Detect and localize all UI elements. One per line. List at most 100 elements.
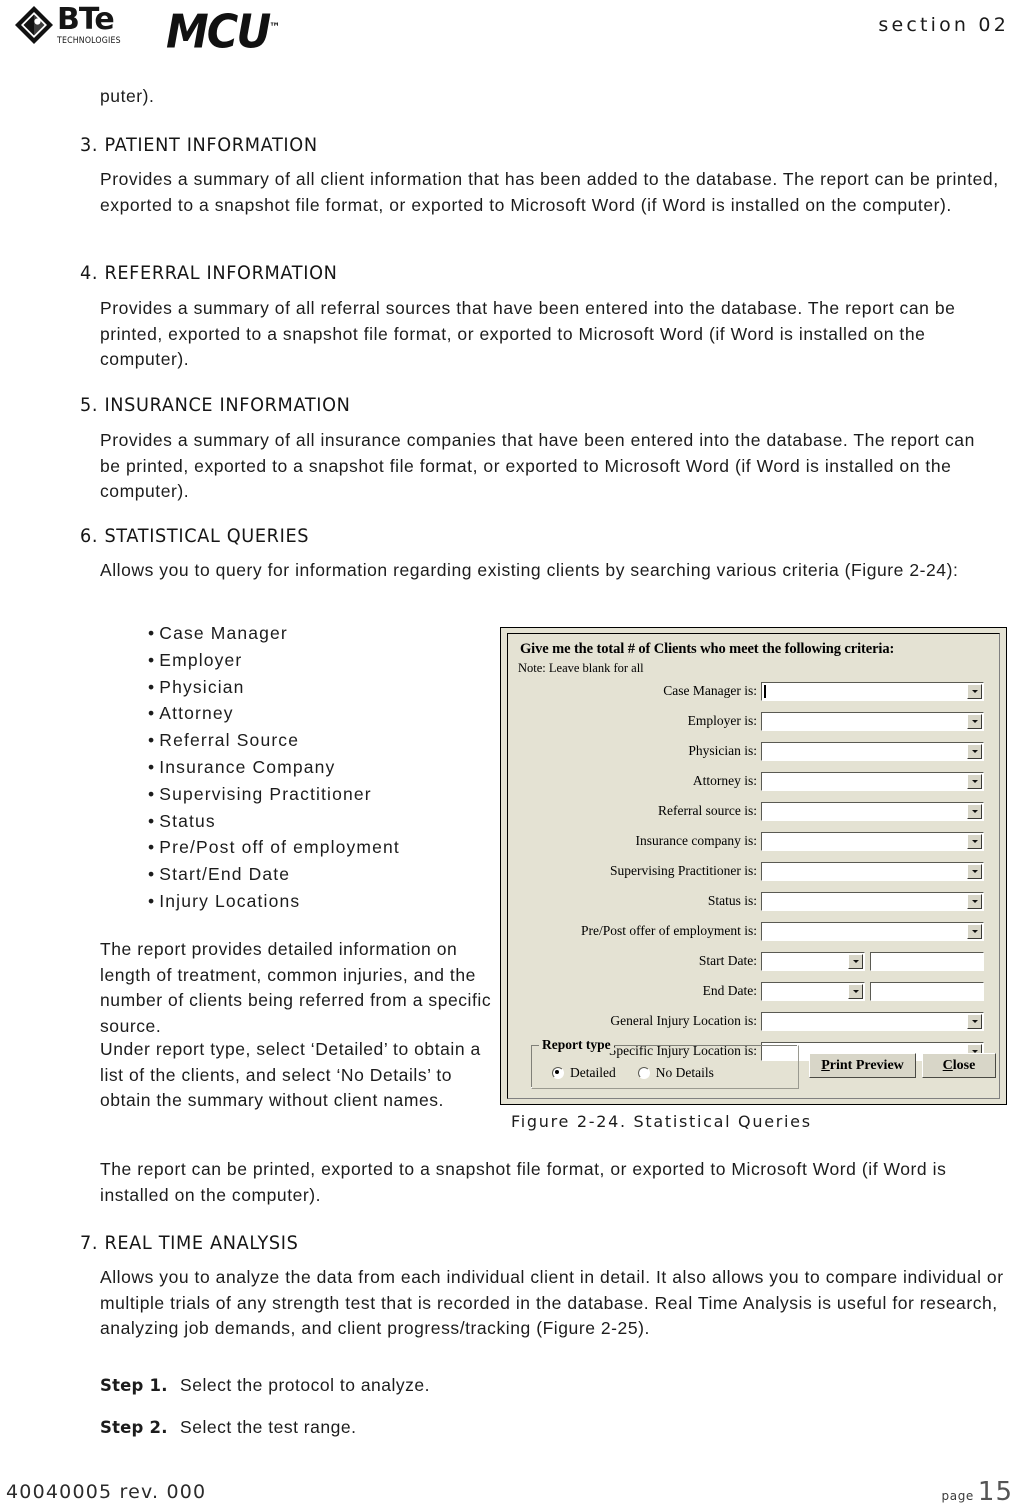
heading-real-time-analysis: 7. REAL TIME ANALYSIS <box>80 1232 299 1254</box>
radio-no-details-label[interactable]: No Details <box>656 1065 714 1081</box>
field-row-attorney: Attorney is: <box>508 770 999 792</box>
radio-detailed-label[interactable]: Detailed <box>570 1065 616 1081</box>
statistical-queries-dialog: Give me the total # of Clients who meet … <box>500 627 1007 1105</box>
chevron-down-icon[interactable] <box>967 833 982 849</box>
bullet-icon: • <box>148 864 156 885</box>
close-button[interactable]: Close <box>922 1053 996 1078</box>
field-row-employer: Employer is: <box>508 710 999 732</box>
heading-referral-information: 4. REFERRAL INFORMATION <box>80 262 337 284</box>
paragraph-referral-information: Provides a summary of all referral sourc… <box>100 298 956 369</box>
radio-detailed[interactable] <box>552 1067 564 1079</box>
label-referral-source: Referral source is: <box>658 803 757 818</box>
close-accel: C <box>942 1057 953 1073</box>
heading-title: REAL TIME ANALYSIS <box>104 1232 299 1254</box>
combo-employer[interactable] <box>761 711 984 731</box>
combo-end-date[interactable] <box>761 981 865 1001</box>
chevron-down-icon[interactable] <box>967 803 982 819</box>
chevron-down-icon[interactable] <box>848 953 863 969</box>
bullet-icon: • <box>148 756 156 777</box>
heading-patient-information: 3. PATIENT INFORMATION <box>80 134 318 156</box>
label-start-date: Start Date: <box>698 953 757 968</box>
heading-number: 6. <box>80 525 99 547</box>
heading-number: 5. <box>80 394 99 416</box>
label-attorney: Attorney is: <box>692 773 757 788</box>
footer-page-word: page <box>941 1489 974 1503</box>
heading-number: 3. <box>80 134 99 156</box>
label-status: Status is: <box>707 893 757 908</box>
bullet-icon: • <box>148 703 156 724</box>
field-row-start-date: Start Date: <box>508 950 999 972</box>
chevron-down-icon[interactable] <box>967 743 982 759</box>
chevron-down-icon[interactable] <box>967 683 982 699</box>
combo-insurance-company[interactable] <box>761 831 984 851</box>
step-2-text: Select the test range. <box>180 1417 357 1437</box>
list-item-label: Pre/Post off of employment <box>159 837 400 858</box>
report-type-options: Detailed No Details <box>552 1065 736 1081</box>
combo-attorney[interactable] <box>761 771 984 791</box>
heading-insurance-information: 5. INSURANCE INFORMATION <box>80 394 351 416</box>
report-type-group: Report type Detailed No Details <box>530 1037 799 1089</box>
field-row-supervising-practitioner: Supervising Practitioner is: <box>508 860 999 882</box>
heading-number: 7. <box>80 1232 99 1254</box>
combo-general-injury-location[interactable] <box>761 1011 984 1031</box>
combo-status[interactable] <box>761 891 984 911</box>
brand-logo-group: BTe TECHNOLOGIES <box>14 5 126 46</box>
list-item-label: Attorney <box>159 703 234 724</box>
combo-supervising-practitioner[interactable] <box>761 861 984 881</box>
input-end-date-text[interactable] <box>870 981 984 1001</box>
bullet-icon: • <box>148 783 156 804</box>
step-1-text: Select the protocol to analyze. <box>180 1375 430 1395</box>
combo-pre-post-offer[interactable] <box>761 921 984 941</box>
field-row-end-date: End Date: <box>508 980 999 1002</box>
label-end-date: End Date: <box>702 983 757 998</box>
combo-start-date[interactable] <box>761 951 865 971</box>
figure-caption: Figure 2-24. Statistical Queries <box>511 1112 812 1131</box>
list-item-label: Physician <box>159 676 245 697</box>
bullet-icon: • <box>148 810 156 831</box>
list-item-label: Start/End Date <box>159 864 291 885</box>
combo-physician[interactable] <box>761 741 984 761</box>
input-start-date-text[interactable] <box>870 951 984 971</box>
heading-number: 4. <box>80 262 99 284</box>
footer-page-number: 15 <box>977 1477 1013 1507</box>
list-item: • Employer <box>148 647 400 674</box>
mcu-wordmark: MCU™ <box>166 4 280 56</box>
chevron-down-icon[interactable] <box>967 773 982 789</box>
footer-page-indicator: page 15 <box>942 1477 1013 1507</box>
heading-title: PATIENT INFORMATION <box>104 134 318 156</box>
bte-diamond-icon <box>14 5 54 45</box>
list-item: • Pre/Post off of employment <box>148 834 400 861</box>
report-type-label: Report type <box>539 1037 614 1053</box>
section-indicator: section 02 <box>878 14 1009 36</box>
chevron-down-icon[interactable] <box>967 923 982 939</box>
radio-no-details[interactable] <box>637 1067 650 1079</box>
list-item: • Attorney <box>148 700 400 727</box>
list-item-label: Employer <box>159 649 243 670</box>
list-item: • Case Manager <box>148 620 400 647</box>
label-insurance-company: Insurance company is: <box>635 833 757 848</box>
close-label-rest: lose <box>952 1057 976 1073</box>
list-item: • Supervising Practitioner <box>148 781 400 808</box>
trademark-symbol: ™ <box>269 20 281 35</box>
print-preview-label-rest: rint Preview <box>829 1057 904 1073</box>
dialog-inner-panel: Give me the total # of Clients who meet … <box>507 633 1000 1099</box>
field-row-general-injury-location: General Injury Location is: <box>508 1010 999 1032</box>
paragraph-statistical-queries-export: The report can be printed, exported to a… <box>100 1159 947 1205</box>
combo-referral-source[interactable] <box>761 801 984 821</box>
step-1: Step 1. Select the protocol to analyze. <box>100 1373 430 1399</box>
heading-statistical-queries: 6. STATISTICAL QUERIES <box>80 525 309 547</box>
chevron-down-icon[interactable] <box>967 1013 982 1029</box>
print-preview-button[interactable]: Print Preview <box>809 1053 916 1078</box>
field-row-case-manager: Case Manager is: <box>508 680 999 702</box>
bullet-icon: • <box>148 649 156 670</box>
list-item: • Referral Source <box>148 727 400 754</box>
chevron-down-icon[interactable] <box>967 893 982 909</box>
chevron-down-icon[interactable] <box>967 863 982 879</box>
bte-name: BTe <box>57 2 115 37</box>
chevron-down-icon[interactable] <box>848 983 863 999</box>
label-case-manager: Case Manager is: <box>663 683 757 698</box>
list-item-label: Injury Locations <box>159 890 301 911</box>
combo-case-manager[interactable] <box>761 681 984 701</box>
chevron-down-icon[interactable] <box>967 713 982 729</box>
bullet-icon: • <box>148 623 156 643</box>
